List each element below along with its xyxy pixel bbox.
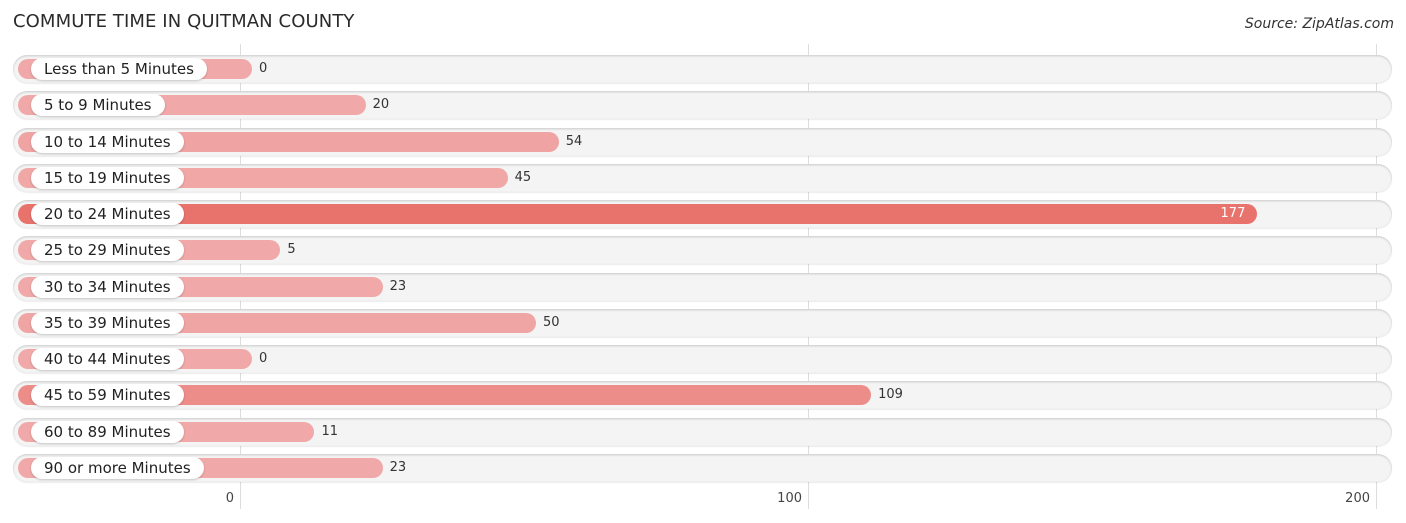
- value-label: 50: [543, 314, 560, 330]
- x-tick-label: 200: [1345, 491, 1370, 506]
- value-label: 11: [321, 423, 339, 439]
- value-label: 5: [287, 242, 296, 258]
- bar-chart: 0 100 200 Less than 5 Minutes 0 5 to 9 Minute…: [0, 0, 1406, 523]
- value-label: 54: [565, 133, 583, 149]
- value-label: 0: [259, 351, 268, 366]
- value-label: 23: [389, 278, 407, 294]
- value-label: 177: [1220, 206, 1246, 221]
- category-label: 40 to 44 Minutes: [31, 348, 184, 370]
- value-label: 20: [372, 97, 390, 113]
- category-label: 45 to 59 Minutes: [31, 384, 184, 407]
- category-label: 30 to 34 Minutes: [31, 275, 184, 298]
- value-label: 109: [878, 387, 903, 403]
- category-label: 35 to 39 Minutes: [31, 311, 184, 334]
- category-label: 25 to 29 Minutes: [31, 239, 184, 262]
- value-label: 0: [259, 61, 268, 76]
- x-tick-label: 100: [777, 491, 802, 506]
- x-tick-label: 0: [225, 491, 234, 506]
- category-label: 90 or more Minutes: [31, 456, 204, 479]
- category-label: Less than 5 Minutes: [31, 58, 207, 80]
- value-label: 45: [514, 169, 532, 185]
- value-label: 23: [389, 459, 407, 475]
- category-label: 60 to 89 Minutes: [31, 420, 184, 443]
- category-label: 10 to 14 Minutes: [31, 130, 184, 153]
- bar[interactable]: [18, 204, 1258, 224]
- category-label: 15 to 19 Minutes: [31, 166, 184, 189]
- category-label: 5 to 9 Minutes: [31, 94, 165, 117]
- category-label: 20 to 24 Minutes: [31, 203, 184, 225]
